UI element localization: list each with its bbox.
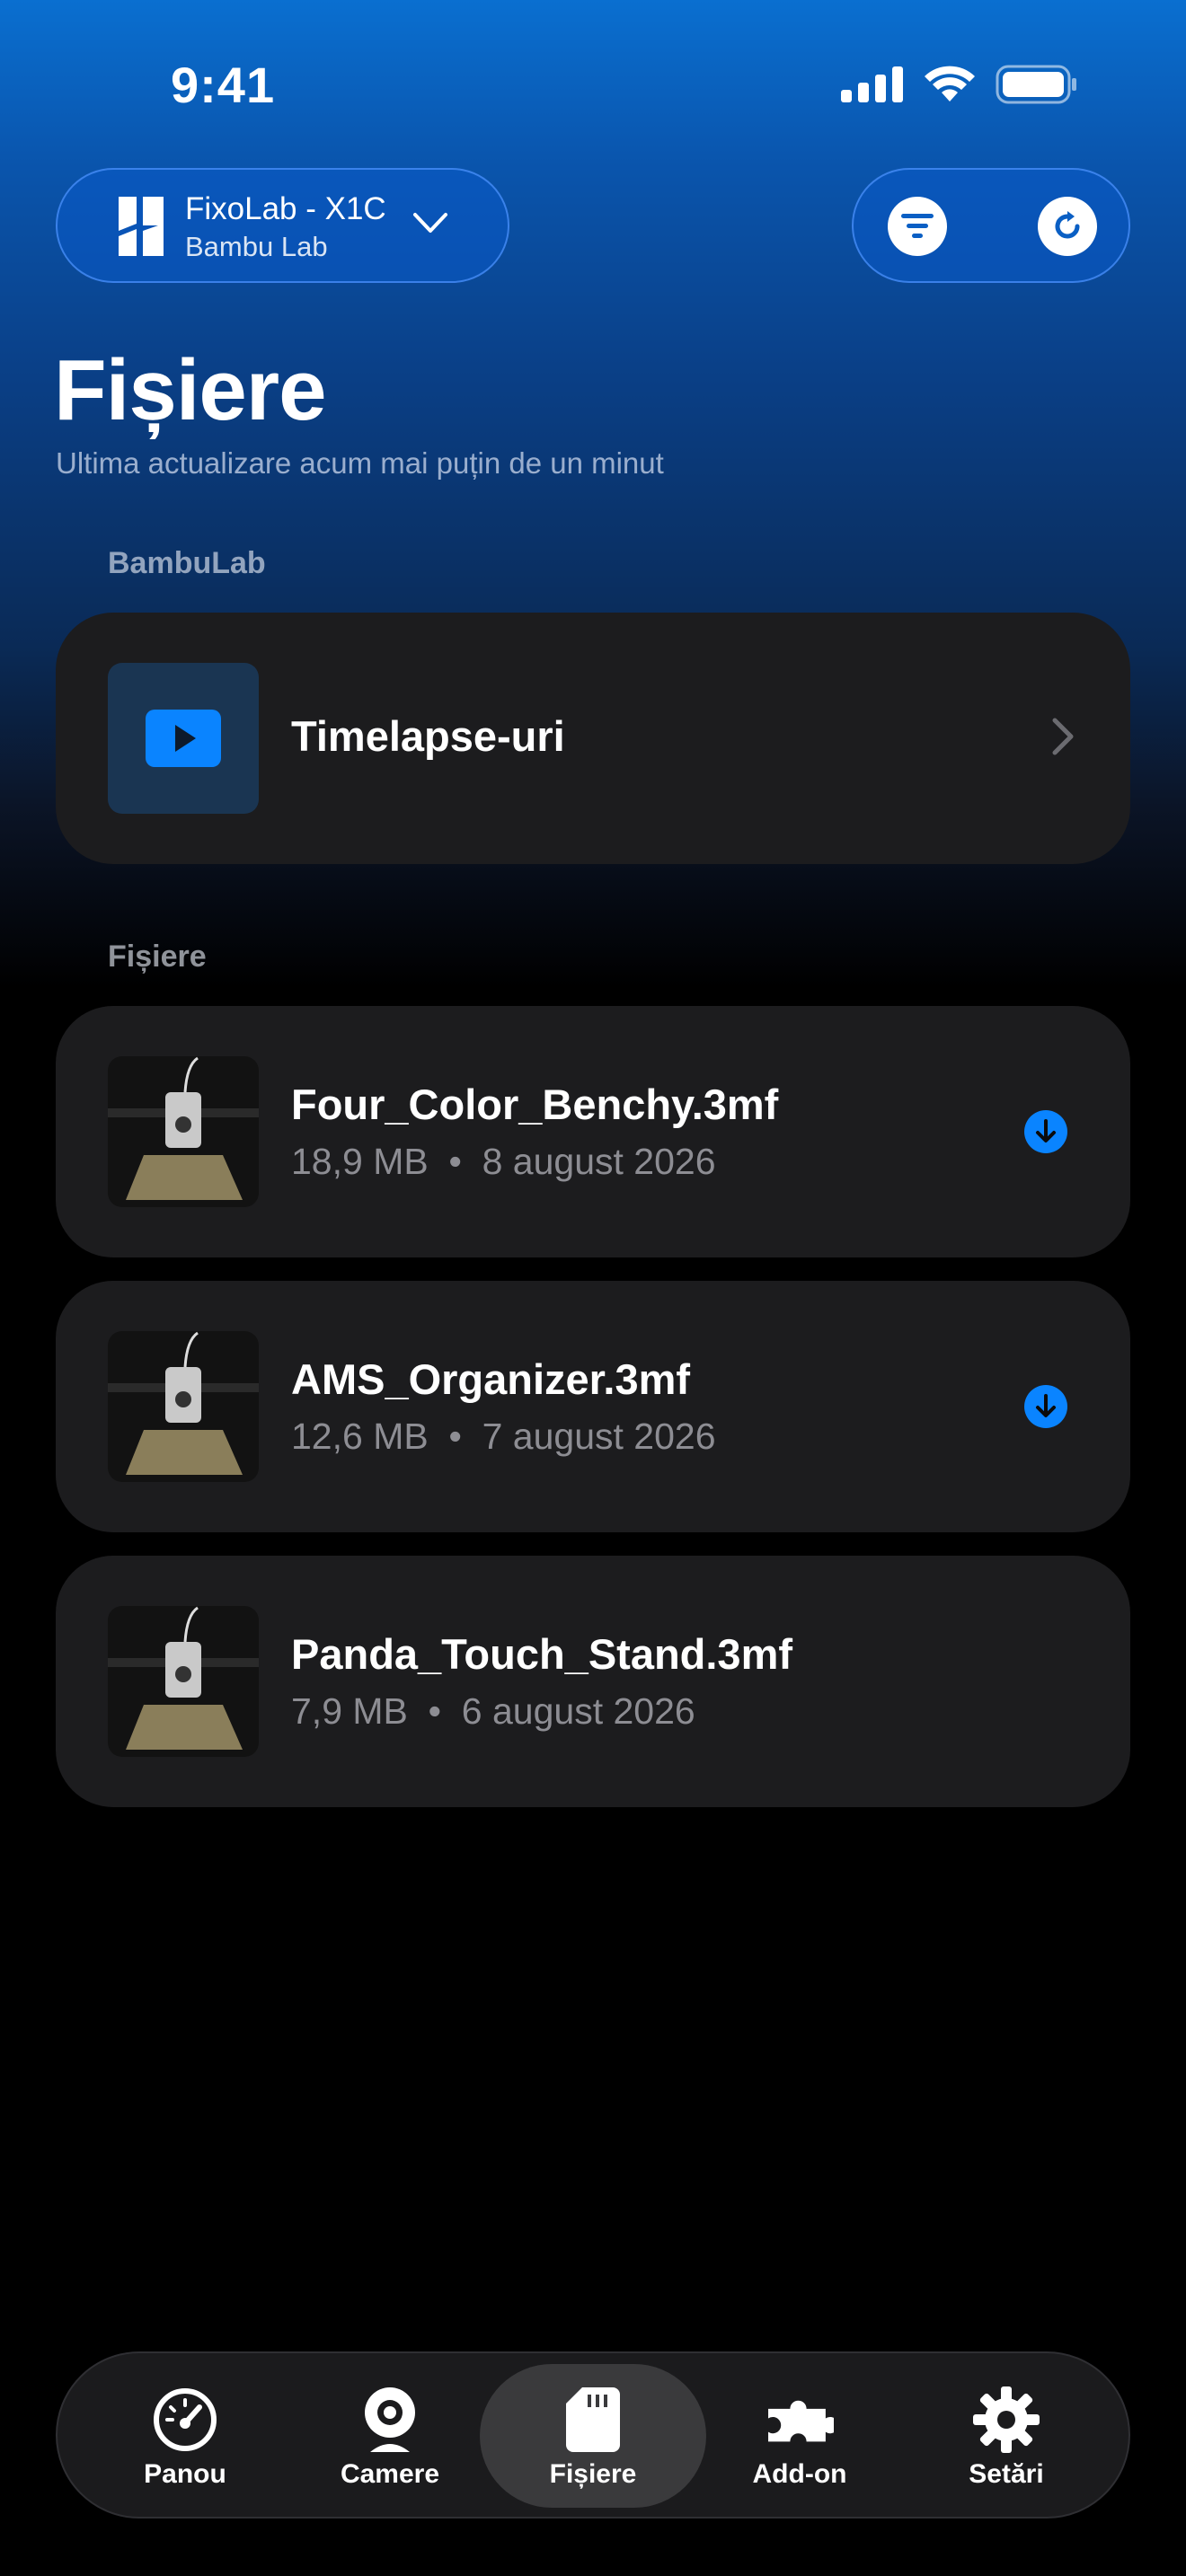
- file-thumbnail: [108, 1331, 259, 1482]
- file-row[interactable]: AMS_Organizer.3mf 12,6 MB • 7 august 202…: [56, 1281, 1130, 1532]
- wifi-icon: [925, 66, 975, 101]
- filter-button[interactable]: [888, 197, 947, 256]
- chevron-down-icon: [413, 213, 447, 233]
- tab-label: Camere: [340, 2459, 440, 2489]
- page-title: Fișiere: [54, 342, 327, 438]
- webcam-icon: [356, 2386, 424, 2454]
- status-time: 9:41: [171, 57, 276, 113]
- puzzle-icon: [766, 2386, 834, 2454]
- tab-setari[interactable]: Setări: [898, 2353, 1114, 2517]
- header-actions: [852, 168, 1130, 283]
- filter-icon: [901, 214, 934, 238]
- tab-bar: Panou Camere Fișiere Add-on Setări: [56, 2351, 1130, 2519]
- battery-icon: [996, 65, 1076, 104]
- printer-preview-icon: [108, 1056, 259, 1207]
- file-row[interactable]: Four_Color_Benchy.3mf 18,9 MB • 8 august…: [56, 1006, 1130, 1257]
- status-icons: [841, 65, 1078, 104]
- tab-panou[interactable]: Panou: [77, 2353, 293, 2517]
- download-icon[interactable]: [1024, 1385, 1067, 1428]
- tab-label: Fișiere: [549, 2459, 637, 2489]
- section-label-files: Fișiere: [108, 940, 207, 974]
- tab-label: Add-on: [752, 2459, 847, 2489]
- printer-name: FixoLab - X1C: [185, 191, 386, 226]
- file-name: Panda_Touch_Stand.3mf: [291, 1630, 793, 1678]
- timelapse-thumbnail: [108, 663, 259, 814]
- file-row[interactable]: Panda_Touch_Stand.3mf 7,9 MB • 6 august …: [56, 1556, 1130, 1807]
- last-updated-text: Ultima actualizare acum mai puțin de un …: [56, 446, 664, 480]
- play-icon: [146, 710, 221, 767]
- bambu-lab-logo-icon: [119, 197, 164, 256]
- timelapse-row[interactable]: Timelapse-uri: [56, 613, 1130, 864]
- file-meta: 12,6 MB • 7 august 2026: [291, 1416, 716, 1457]
- file-thumbnail: [108, 1056, 259, 1207]
- tab-label: Setări: [969, 2459, 1044, 2489]
- refresh-icon: [1055, 211, 1080, 239]
- tab-add-on[interactable]: Add-on: [692, 2353, 907, 2517]
- printer-brand: Bambu Lab: [185, 231, 328, 262]
- file-name: AMS_Organizer.3mf: [291, 1355, 691, 1403]
- chevron-right-icon: [1052, 718, 1074, 755]
- timelapse-label: Timelapse-uri: [291, 712, 565, 760]
- cellular-signal-icon: [841, 66, 903, 102]
- tab-camere[interactable]: Camere: [282, 2353, 498, 2517]
- file-meta: 18,9 MB • 8 august 2026: [291, 1141, 716, 1182]
- download-icon[interactable]: [1024, 1110, 1067, 1153]
- tab-label: Panou: [144, 2459, 226, 2489]
- gauge-icon: [151, 2386, 219, 2454]
- section-label-bambulab: BambuLab: [108, 546, 266, 580]
- printer-preview-icon: [108, 1331, 259, 1482]
- refresh-button[interactable]: [1038, 197, 1097, 256]
- file-meta: 7,9 MB • 6 august 2026: [291, 1690, 695, 1732]
- printer-selector[interactable]: FixoLab - X1C Bambu Lab: [56, 168, 509, 283]
- printer-preview-icon: [108, 1606, 259, 1757]
- file-name: Four_Color_Benchy.3mf: [291, 1081, 779, 1128]
- tab-fisiere[interactable]: Fișiere: [485, 2353, 701, 2517]
- file-thumbnail: [108, 1606, 259, 1757]
- gear-icon: [972, 2386, 1040, 2454]
- sd-card-icon: [559, 2386, 627, 2454]
